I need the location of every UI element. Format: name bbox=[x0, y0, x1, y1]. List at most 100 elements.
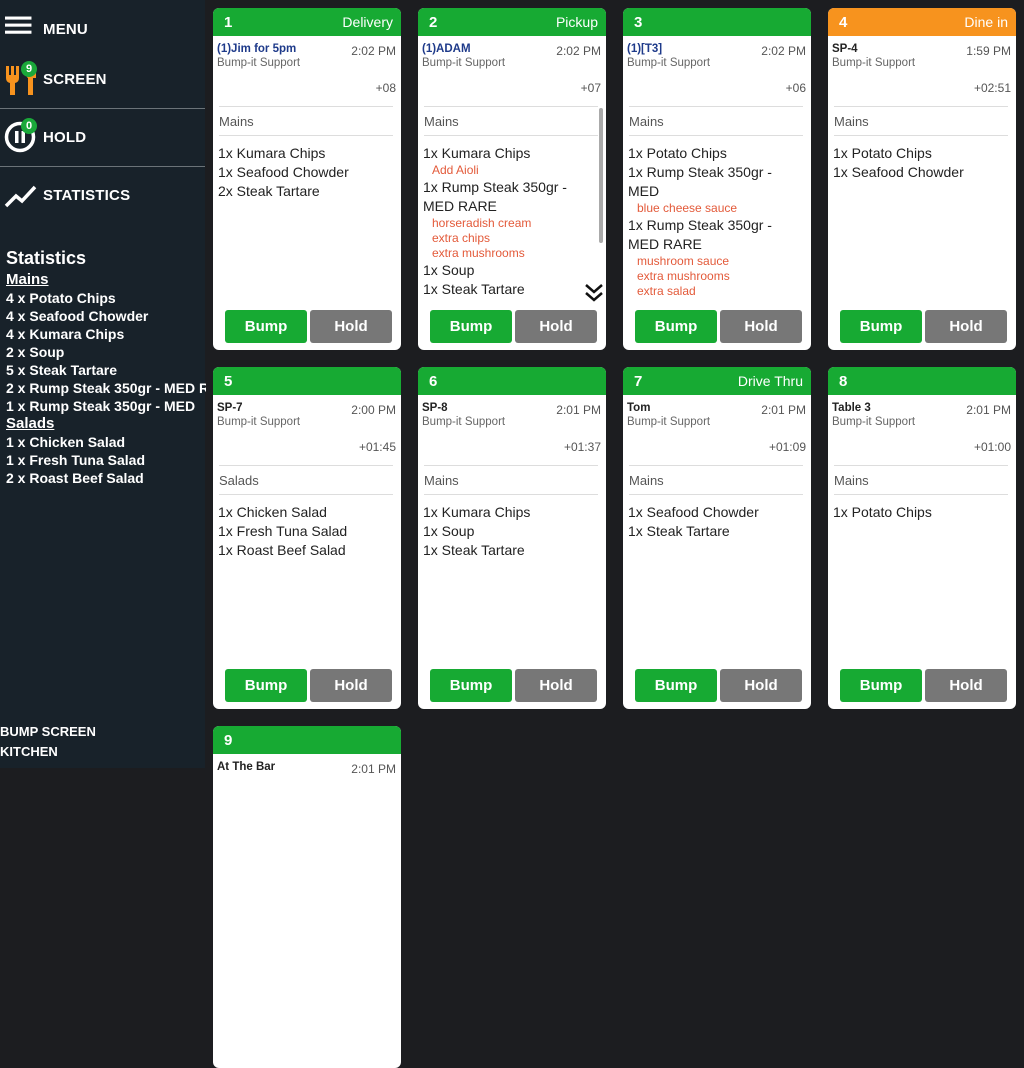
hold-button[interactable]: Hold bbox=[310, 310, 392, 343]
server-name: Bump-it Support bbox=[217, 57, 301, 69]
order-card: 5 SP-7 2:00 PM Bump-it Support +01:45 Salads 1… bbox=[213, 367, 401, 709]
order-card: 6 SP-8 2:01 PM Bump-it Support +01:37 Mains 1x… bbox=[418, 367, 606, 709]
elapsed-time: +01:37 bbox=[563, 440, 601, 454]
order-item: 1x Rump Steak 350gr - MED RARE bbox=[423, 179, 567, 214]
order-item: 1x Seafood Chowder bbox=[833, 164, 964, 180]
bump-button[interactable]: Bump bbox=[225, 310, 307, 343]
order-meta: SP-8 2:01 PM Bump-it Support +01:37 bbox=[418, 395, 606, 465]
bump-button[interactable]: Bump bbox=[840, 310, 922, 343]
server-name: Bump-it Support bbox=[217, 416, 301, 428]
order-card: 1 Delivery (1)Jim for 5pm 2:02 PM Bump-it Su… bbox=[213, 8, 401, 350]
order-number: 2 bbox=[429, 13, 438, 31]
order-type: Delivery bbox=[342, 14, 393, 30]
order-actions: Bump Hold bbox=[635, 310, 802, 343]
order-card: 2 Pickup (1)ADAM 2:02 PM Bump-it Support +07 M… bbox=[418, 8, 606, 350]
order-meta: SP-7 2:00 PM Bump-it Support +01:45 bbox=[213, 395, 401, 465]
order-time: 2:02 PM bbox=[761, 44, 806, 58]
hold-count-badge: 0 bbox=[21, 118, 37, 134]
server-name: Bump-it Support bbox=[627, 416, 711, 428]
bump-button[interactable]: Bump bbox=[840, 669, 922, 702]
bump-button[interactable]: Bump bbox=[635, 669, 717, 702]
order-header[interactable]: 5 bbox=[213, 367, 401, 395]
line-chart-icon bbox=[4, 185, 37, 208]
order-meta: (1)Jim for 5pm 2:02 PM Bump-it Support +08 bbox=[213, 36, 401, 106]
course-label: Mains bbox=[834, 465, 1008, 495]
scroll-down-chevron-icon[interactable] bbox=[584, 282, 604, 304]
order-item: 1x Potato Chips bbox=[833, 504, 932, 520]
order-item: 1x Rump Steak 350gr - MED RARE bbox=[628, 217, 772, 252]
order-actions: Bump Hold bbox=[635, 669, 802, 702]
hold-button[interactable]: Hold bbox=[310, 669, 392, 702]
statistics-title: Statistics bbox=[6, 248, 87, 268]
screen-label: SCREEN bbox=[43, 70, 107, 88]
order-item: 2x Steak Tartare bbox=[218, 183, 320, 199]
course-label: Salads bbox=[219, 465, 393, 495]
bump-button[interactable]: Bump bbox=[430, 669, 512, 702]
order-item: 1x Rump Steak 350gr - MED bbox=[628, 164, 772, 199]
bump-button[interactable]: Bump bbox=[430, 310, 512, 343]
order-meta: (1)ADAM 2:02 PM Bump-it Support +07 bbox=[418, 36, 606, 106]
hold-label: HOLD bbox=[43, 128, 87, 146]
item-modifier: mushroom sauce bbox=[637, 254, 730, 268]
order-header[interactable]: 2 Pickup bbox=[418, 8, 606, 36]
order-item: 1x Kumara Chips bbox=[423, 504, 531, 520]
order-header[interactable]: 9 bbox=[213, 726, 401, 754]
menu-label: MENU bbox=[43, 20, 88, 38]
order-time: 2:01 PM bbox=[351, 762, 396, 776]
order-card: 7 Drive Thru Tom 2:01 PM Bump-it Support +01:… bbox=[623, 367, 811, 709]
order-actions: Bump Hold bbox=[430, 310, 597, 343]
sidebar-item-statistics[interactable]: STATISTICS bbox=[0, 166, 205, 224]
order-meta: At The Bar 2:01 PM bbox=[213, 754, 401, 824]
bump-button[interactable]: Bump bbox=[225, 669, 307, 702]
course-label: Mains bbox=[629, 106, 803, 136]
statistics-category: Salads bbox=[6, 415, 55, 432]
order-type: Pickup bbox=[555, 14, 598, 30]
order-header[interactable]: 3 bbox=[623, 8, 811, 36]
bump-button[interactable]: Bump bbox=[635, 310, 717, 343]
order-meta: Tom 2:01 PM Bump-it Support +01:09 bbox=[623, 395, 811, 465]
order-header[interactable]: 1 Delivery bbox=[213, 8, 401, 36]
order-header[interactable]: 8 bbox=[828, 367, 1016, 395]
hold-button[interactable]: Hold bbox=[515, 669, 597, 702]
order-actions: Bump Hold bbox=[225, 310, 392, 343]
order-number: 5 bbox=[224, 372, 233, 390]
elapsed-time: +06 bbox=[785, 81, 806, 95]
order-item: 1x Chicken Salad bbox=[218, 504, 327, 520]
hold-button[interactable]: Hold bbox=[515, 310, 597, 343]
hold-button[interactable]: Hold bbox=[720, 669, 802, 702]
order-type: Dine in bbox=[964, 14, 1008, 30]
order-item: 1x Fresh Tuna Salad bbox=[218, 523, 348, 539]
statistics-row: 1 x Chicken Salad bbox=[6, 434, 126, 450]
order-time: 2:00 PM bbox=[351, 403, 396, 417]
order-card: 9 At The Bar 2:01 PM bbox=[213, 726, 401, 1068]
scrollbar[interactable] bbox=[599, 108, 603, 243]
elapsed-time: +01:00 bbox=[973, 440, 1011, 454]
footer-station-name: KITCHEN bbox=[0, 744, 58, 759]
sidebar-item-screen[interactable]: 9 SCREEN bbox=[0, 50, 205, 108]
elapsed-time: +02:51 bbox=[973, 81, 1011, 95]
hold-button[interactable]: Hold bbox=[720, 310, 802, 343]
hold-button[interactable]: Hold bbox=[925, 669, 1007, 702]
order-number: 3 bbox=[634, 13, 643, 31]
order-item: 1x Kumara Chips bbox=[423, 145, 531, 161]
order-item: 1x Roast Beef Salad bbox=[218, 542, 346, 558]
hold-button[interactable]: Hold bbox=[925, 310, 1007, 343]
order-item: 1x Seafood Chowder bbox=[628, 504, 759, 520]
order-item: 1x Steak Tartare bbox=[423, 542, 525, 558]
screen-count-badge: 9 bbox=[21, 61, 37, 77]
sidebar-item-hold[interactable]: 0 HOLD bbox=[0, 108, 205, 166]
order-header[interactable]: 4 Dine in bbox=[828, 8, 1016, 36]
order-items[interactable]: 1x Kumara Chips Add Aioli 1x Rump Steak 35… bbox=[418, 136, 606, 304]
order-item: 1x Soup bbox=[423, 262, 475, 278]
order-actions: Bump Hold bbox=[430, 669, 597, 702]
order-item: 1x Potato Chips bbox=[628, 145, 727, 161]
order-type: Drive Thru bbox=[737, 373, 803, 389]
order-number: 8 bbox=[839, 372, 848, 390]
order-time: 2:02 PM bbox=[556, 44, 601, 58]
order-card: 3 (1)[T3] 2:02 PM Bump-it Support +06 Mains 1x… bbox=[623, 8, 811, 350]
server-name: Bump-it Support bbox=[627, 57, 711, 69]
order-item: 1x Soup bbox=[423, 523, 475, 539]
order-header[interactable]: 7 Drive Thru bbox=[623, 367, 811, 395]
order-header[interactable]: 6 bbox=[418, 367, 606, 395]
sidebar: MENU 9 SCREEN 0 HOLD STATISTICS Statisti… bbox=[0, 0, 206, 768]
